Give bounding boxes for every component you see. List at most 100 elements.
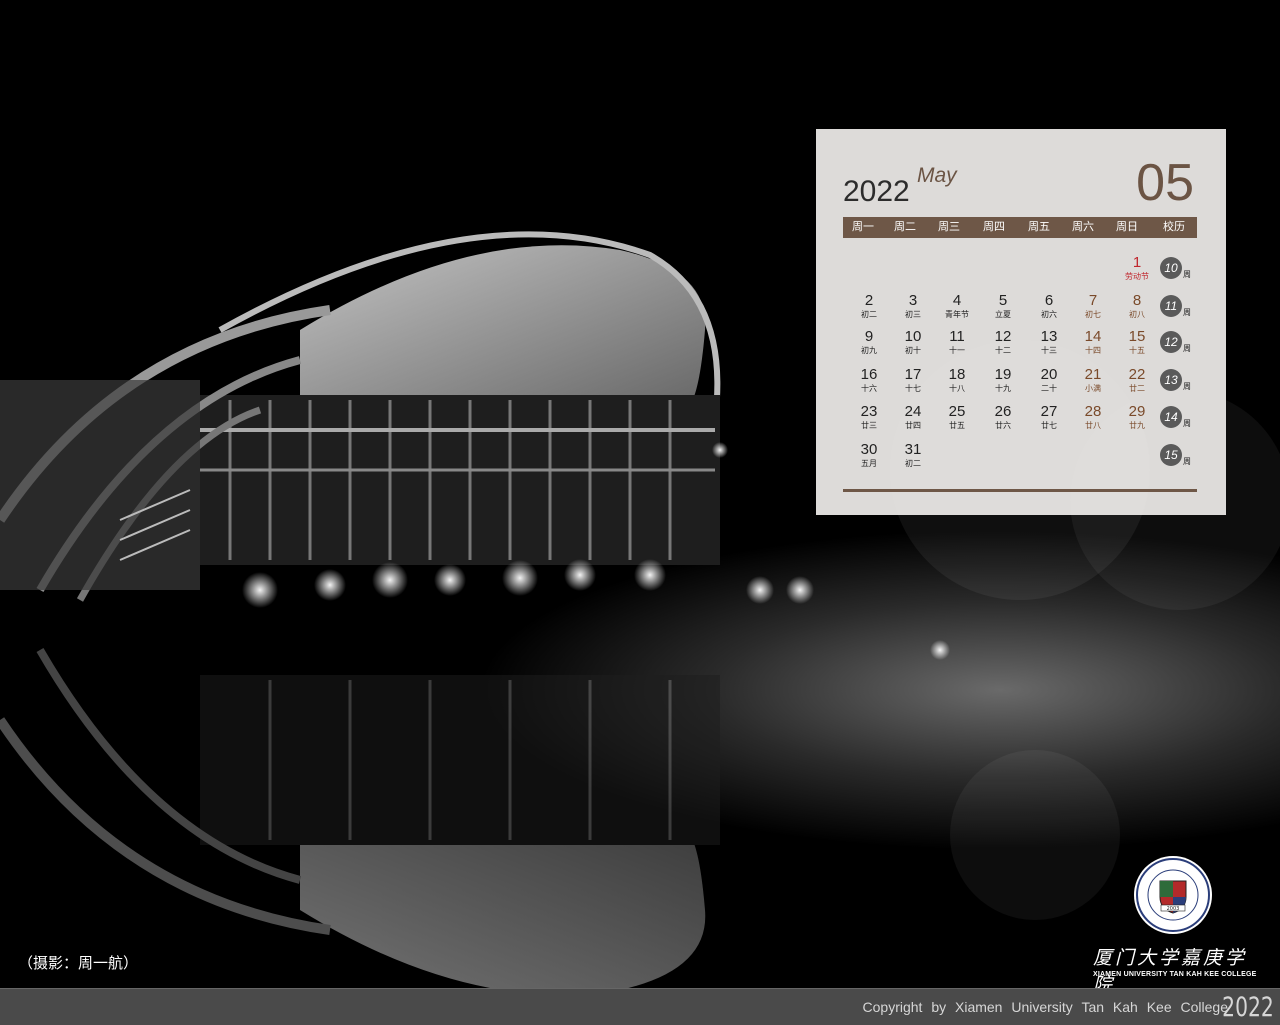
calendar-day: 16 十六 <box>849 367 889 394</box>
day-lunar-label: 初七 <box>1085 310 1101 319</box>
calendar-day: 23 廿三 <box>849 404 889 431</box>
footer-bar: Copyright by Xiamen University Tan Kah K… <box>0 988 1280 1025</box>
school-week-badge: 12 周 <box>1160 331 1196 355</box>
day-number: 3 <box>908 292 918 309</box>
school-week-badge: 13 周 <box>1160 369 1196 393</box>
day-number: 28 <box>1084 403 1102 420</box>
day-number: 25 <box>948 403 966 420</box>
week-number: 14 <box>1160 406 1182 428</box>
calendar-day: 8 初八 <box>1117 293 1157 320</box>
day-number: 11 <box>949 328 965 345</box>
day-number: 31 <box>904 441 922 458</box>
day-lunar-label: 初二 <box>905 459 921 468</box>
calendar-day: 2 初二 <box>849 293 889 320</box>
calendar-day: 22 廿二 <box>1117 367 1157 394</box>
weekday-header-6: 周日 <box>1116 221 1138 233</box>
day-lunar-label: 青年节 <box>945 310 969 319</box>
calendar-day: 11 十一 <box>937 329 977 356</box>
week-number: 15 <box>1160 444 1182 466</box>
week-unit: 周 <box>1183 308 1191 317</box>
calendar-year: 2022 <box>843 175 910 208</box>
day-number: 22 <box>1128 366 1146 383</box>
day-number: 23 <box>860 403 878 420</box>
calendar-day: 3 初三 <box>893 293 933 320</box>
seal-year: 2003 <box>1167 906 1180 912</box>
day-lunar-label: 初八 <box>1129 310 1145 319</box>
calendar-day: 31 初二 <box>893 442 933 469</box>
day-number: 26 <box>994 403 1012 420</box>
day-number: 17 <box>904 366 922 383</box>
calendar-day: 25 廿五 <box>937 404 977 431</box>
week-unit: 周 <box>1183 270 1191 279</box>
day-number: 19 <box>994 366 1012 383</box>
week-unit: 周 <box>1183 344 1191 353</box>
day-number: 13 <box>1040 328 1058 345</box>
day-number: 12 <box>994 328 1012 345</box>
day-lunar-label: 劳动节 <box>1125 272 1149 281</box>
calendar-day: 10 初十 <box>893 329 933 356</box>
day-number: 27 <box>1040 403 1058 420</box>
school-week-badge: 15 周 <box>1160 444 1196 468</box>
day-lunar-label: 十九 <box>995 384 1011 393</box>
day-lunar-label: 十六 <box>861 384 877 393</box>
week-number: 10 <box>1160 257 1182 279</box>
day-number: 8 <box>1132 292 1142 309</box>
week-unit: 周 <box>1183 382 1191 391</box>
week-unit: 周 <box>1183 419 1191 428</box>
college-name-english: XIAMEN UNIVERSITY TAN KAH KEE COLLEGE <box>1093 971 1257 978</box>
day-number: 16 <box>860 366 878 383</box>
day-number: 7 <box>1088 292 1098 309</box>
day-number: 29 <box>1128 403 1146 420</box>
day-lunar-label: 五月 <box>861 459 877 468</box>
photo-credit: （摄影：周一航） <box>18 955 139 972</box>
week-number: 12 <box>1160 331 1182 353</box>
weekday-header-3: 周四 <box>983 221 1005 233</box>
calendar-panel: 2022 May 05 周一 周二 周三 周四 周五 周六 周日 校历 1 劳动节 2 初二 3 初三 4… <box>816 129 1226 515</box>
day-lunar-label: 初十 <box>905 346 921 355</box>
day-lunar-label: 十四 <box>1085 346 1101 355</box>
calendar-day: 17 十七 <box>893 367 933 394</box>
day-lunar-label: 廿四 <box>905 421 921 430</box>
day-lunar-label: 二十 <box>1041 384 1057 393</box>
day-number: 6 <box>1044 292 1054 309</box>
footer-year: 2022 <box>1222 992 1274 1023</box>
copyright-text: Copyright by Xiamen University Tan Kah K… <box>862 999 1228 1015</box>
week-unit: 周 <box>1183 457 1191 466</box>
day-lunar-label: 十三 <box>1041 346 1057 355</box>
calendar-day: 5 立夏 <box>983 293 1023 320</box>
day-lunar-label: 十一 <box>949 346 965 355</box>
calendar-day: 30 五月 <box>849 442 889 469</box>
day-lunar-label: 廿二 <box>1129 384 1145 393</box>
weekday-header-4: 周五 <box>1028 221 1050 233</box>
weekday-header: 周一 周二 周三 周四 周五 周六 周日 校历 <box>843 217 1197 238</box>
day-number: 10 <box>904 328 922 345</box>
day-lunar-label: 十五 <box>1129 346 1145 355</box>
day-number: 20 <box>1040 366 1058 383</box>
day-lunar-label: 廿九 <box>1129 421 1145 430</box>
day-lunar-label: 小满 <box>1085 384 1101 393</box>
day-lunar-label: 初九 <box>861 346 877 355</box>
day-number: 30 <box>860 441 878 458</box>
school-week-badge: 14 周 <box>1160 406 1196 430</box>
day-lunar-label: 初六 <box>1041 310 1057 319</box>
weekday-header-0: 周一 <box>852 221 874 233</box>
calendar-day: 28 廿八 <box>1073 404 1113 431</box>
calendar-day: 19 十九 <box>983 367 1023 394</box>
calendar-day: 6 初六 <box>1029 293 1069 320</box>
day-number: 15 <box>1128 328 1146 345</box>
college-seal-logo: 2003 <box>1134 856 1212 934</box>
day-lunar-label: 十八 <box>949 384 965 393</box>
day-number: 18 <box>948 366 966 383</box>
day-lunar-label: 初二 <box>861 310 877 319</box>
day-lunar-label: 十二 <box>995 346 1011 355</box>
calendar-day: 12 十二 <box>983 329 1023 356</box>
calendar-day: 7 初七 <box>1073 293 1113 320</box>
day-lunar-label: 廿六 <box>995 421 1011 430</box>
day-lunar-label: 廿八 <box>1085 421 1101 430</box>
day-lunar-label: 廿七 <box>1041 421 1057 430</box>
day-number: 5 <box>998 292 1008 309</box>
day-lunar-label: 立夏 <box>995 310 1011 319</box>
calendar-day: 26 廿六 <box>983 404 1023 431</box>
week-number: 11 <box>1160 295 1182 317</box>
calendar-day: 24 廿四 <box>893 404 933 431</box>
